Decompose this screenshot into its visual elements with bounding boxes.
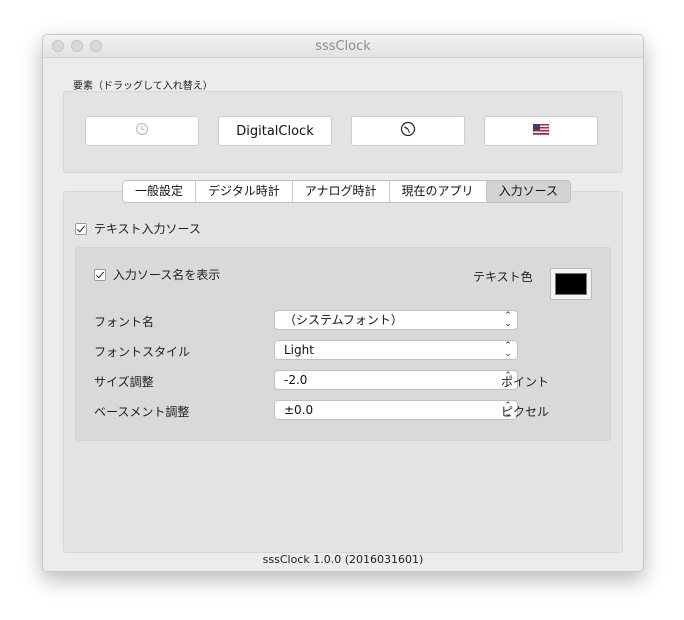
title-bar: sssClock (43, 35, 643, 58)
tab-digital-clock[interactable]: デジタル時計 (196, 181, 293, 202)
element-digital-clock-item[interactable]: DigitalClock (218, 116, 332, 146)
element-input-source-item[interactable] (484, 116, 598, 146)
size-adjust-label: サイズ調整 (94, 375, 154, 389)
chevron-updown-icon: ⌃ ⌄ (504, 341, 512, 359)
font-style-popup[interactable]: Light ⌃ ⌄ (274, 340, 518, 360)
analog-clock-icon (400, 121, 416, 141)
size-adjust-unit: ポイント (501, 375, 550, 389)
show-input-source-name-checkbox[interactable] (94, 268, 106, 281)
size-adjust-value: -2.0 (284, 373, 308, 387)
preferences-window: sssClock 要素（ドラッグして入れ替え） DigitalClock 一般設… (42, 34, 644, 572)
baseline-adjust-unit: ピクセル (501, 405, 550, 419)
size-adjust-popup[interactable]: -2.0 ⌃ ⌄ (274, 370, 518, 390)
tab-bar: 一般設定 デジタル時計 アナログ時計 現在のアプリ 入力ソース (122, 180, 571, 203)
show-input-source-name-label: 入力ソース名を表示 (112, 268, 221, 282)
baseline-adjust-popup[interactable]: ±0.0 ⌃ ⌄ (274, 400, 518, 420)
text-input-source-checkbox[interactable] (75, 222, 87, 235)
chevron-updown-icon: ⌃ ⌄ (504, 311, 512, 329)
text-color-label: テキスト色 (473, 270, 533, 284)
element-analog-clock-item[interactable] (351, 116, 465, 146)
tab-input-source[interactable]: 入力ソース (486, 181, 570, 202)
clock-icon (135, 122, 149, 140)
font-name-popup[interactable]: （システムフォント） ⌃ ⌄ (274, 310, 518, 330)
version-label: sssClock 1.0.0 (2016031601) (262, 553, 424, 566)
text-color-swatch (555, 273, 587, 295)
tab-analog-clock[interactable]: アナログ時計 (292, 181, 390, 202)
text-input-source-label: テキスト入力ソース (93, 222, 201, 236)
baseline-adjust-value: ±0.0 (284, 403, 314, 417)
font-style-label: フォントスタイル (94, 345, 191, 359)
baseline-adjust-label: ベースメント調整 (94, 405, 190, 419)
input-source-settings-box: 入力ソース名を表示 テキスト色 フォント名 （システムフォント） ⌃ ⌄ フォント… (75, 247, 611, 441)
us-flag-icon (532, 123, 550, 139)
elements-section-label: 要素（ドラッグして入れ替え） (73, 81, 213, 92)
elements-reorder-area: DigitalClock (63, 91, 623, 173)
tab-current-app[interactable]: 現在のアプリ (389, 181, 487, 202)
text-color-well[interactable] (550, 268, 592, 300)
window-title: sssClock (315, 39, 371, 54)
font-style-value: Light (284, 343, 314, 357)
tab-general[interactable]: 一般設定 (123, 181, 197, 202)
show-name-row: 入力ソース名を表示 (94, 266, 220, 283)
font-name-label: フォント名 (94, 315, 155, 329)
text-input-source-row: テキスト入力ソース (75, 220, 201, 237)
font-name-value: （システムフォント） (284, 313, 403, 327)
element-clock-icon-item[interactable] (85, 116, 199, 146)
